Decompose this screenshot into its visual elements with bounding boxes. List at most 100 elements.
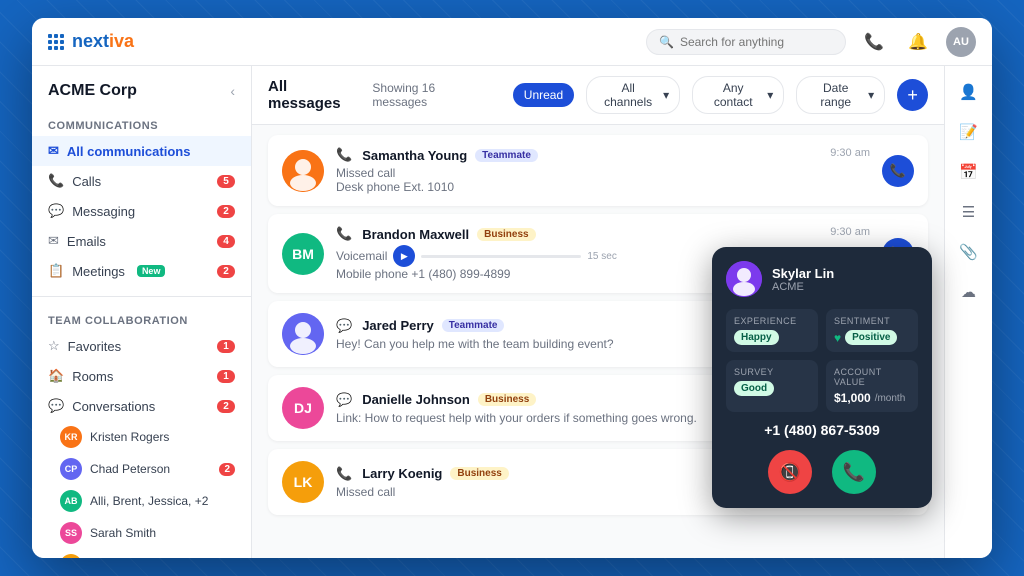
sidebar-item-label: Messaging <box>72 204 135 219</box>
conversations-icon: 💬 <box>48 398 64 414</box>
avatar: CP <box>60 458 82 480</box>
sidebar-item-emails[interactable]: ✉ Emails 4 <box>32 226 251 256</box>
collapse-button[interactable]: ‹ <box>230 83 235 99</box>
sidebar-item-all-communications[interactable]: ✉ All communications <box>32 136 251 166</box>
end-call-button[interactable]: 📵 <box>768 450 812 494</box>
calls-badge: 5 <box>217 175 235 188</box>
sidebar-item-label: Rooms <box>72 369 113 384</box>
survey-stat: SURVEY Good <box>726 360 818 412</box>
message-time: 9:30 am <box>830 226 870 238</box>
tag-badge: Teammate <box>475 149 538 162</box>
cloud-icon-button[interactable]: ☁ <box>951 274 987 310</box>
search-bar[interactable]: 🔍 <box>646 29 846 55</box>
sender-name: Danielle Johnson <box>362 392 470 407</box>
sidebar: ACME Corp ‹ Communications ✉ All communi… <box>32 66 252 558</box>
message-time: 9:30 am <box>830 147 870 159</box>
page-title: All messages <box>268 78 360 112</box>
chevron-down-icon: ▾ <box>767 88 773 102</box>
call-icon: 📞 <box>336 147 352 163</box>
list-item[interactable]: WI William... <box>32 549 251 558</box>
caller-company: ACME <box>772 281 834 293</box>
call-back-button[interactable]: 📞 <box>882 155 914 187</box>
caller-avatar <box>726 261 762 297</box>
message-detail: Desk phone Ext. 1010 <box>336 180 818 194</box>
sender-name: Jared Perry <box>362 318 434 333</box>
avatar: AB <box>60 490 82 512</box>
list-item[interactable]: SS Sarah Smith <box>32 517 251 549</box>
table-row[interactable]: 📞 Samantha Young Teammate Missed call De… <box>268 135 928 206</box>
attachment-icon-button[interactable]: 📎 <box>951 234 987 270</box>
experience-label: EXPERIENCE <box>734 316 810 326</box>
experience-value: Happy <box>734 330 779 345</box>
caller-phone: +1 (480) 867-5309 <box>726 422 918 438</box>
add-button[interactable]: + <box>897 79 928 111</box>
all-comm-icon: ✉ <box>48 143 59 159</box>
contact-name: Sarah Smith <box>90 526 156 540</box>
calendar-icon-button[interactable]: 📅 <box>951 154 987 190</box>
favorites-icon: ☆ <box>48 338 60 354</box>
sidebar-item-messaging[interactable]: 💬 Messaging 2 <box>32 196 251 226</box>
message-preview: Missed call <box>336 166 818 180</box>
date-filter-button[interactable]: Date range ▾ <box>796 76 885 114</box>
sentiment-stat: SENTIMENT ♥ Positive <box>826 309 918 352</box>
sender-name: Brandon Maxwell <box>362 227 469 242</box>
avatar <box>282 150 324 192</box>
chevron-down-icon: ▾ <box>868 88 874 102</box>
caller-name: Skylar Lin <box>772 266 834 281</box>
sidebar-item-calls[interactable]: 📞 Calls 5 <box>32 166 251 196</box>
rooms-badge: 1 <box>217 370 235 383</box>
emails-icon: ✉ <box>48 233 59 249</box>
sidebar-item-label: Conversations <box>72 399 155 414</box>
logo: nextiva <box>48 31 134 52</box>
contact-badge: 2 <box>219 463 235 476</box>
avatar: DJ <box>282 387 324 429</box>
right-sidebar: 👤 📝 📅 ☰ 📎 ☁ <box>944 66 992 558</box>
tag-badge: Teammate <box>442 319 505 332</box>
search-input[interactable] <box>680 35 820 49</box>
sidebar-item-label: Emails <box>67 234 106 249</box>
accept-call-button[interactable]: 📞 <box>832 450 876 494</box>
meetings-icon: 📋 <box>48 263 64 279</box>
call-icon: 📞 <box>336 466 352 482</box>
search-icon: 🔍 <box>659 35 674 49</box>
list-item[interactable]: KR Kristen Rogers <box>32 421 251 453</box>
play-button[interactable]: ▶ <box>393 245 415 267</box>
tag-badge: Business <box>478 393 536 406</box>
sidebar-item-conversations[interactable]: 💬 Conversations 2 <box>32 391 251 421</box>
list-item[interactable]: CP Chad Peterson 2 <box>32 453 251 485</box>
account-value-label: ACCOUNT VALUE <box>834 367 910 387</box>
communications-label: Communications <box>32 112 251 136</box>
message-content: 📞 Samantha Young Teammate Missed call De… <box>336 147 818 194</box>
sidebar-item-favorites[interactable]: ☆ Favorites 1 <box>32 331 251 361</box>
sidebar-item-label: Calls <box>72 174 101 189</box>
sidebar-item-rooms[interactable]: 🏠 Rooms 1 <box>32 361 251 391</box>
account-value-stat: ACCOUNT VALUE $1,000 /month <box>826 360 918 412</box>
contact-name: Kristen Rogers <box>90 430 169 444</box>
contacts-icon-button[interactable]: 👤 <box>951 74 987 110</box>
contact-filter-button[interactable]: Any contact ▾ <box>692 76 784 114</box>
sender-name: Larry Koenig <box>362 466 442 481</box>
messaging-badge: 2 <box>217 205 235 218</box>
team-collab-label: Team collaboration <box>32 307 251 331</box>
content-header: All messages Showing 16 messages Unread … <box>252 66 944 125</box>
avatar: BM <box>282 233 324 275</box>
sentiment-value: Positive <box>845 330 897 345</box>
sidebar-item-label: Favorites <box>68 339 121 354</box>
logo-text: nextiva <box>72 31 134 52</box>
voicemail-icon: 📞 <box>336 226 352 242</box>
bell-nav-button[interactable]: 🔔 <box>902 26 934 58</box>
sidebar-item-meetings[interactable]: 📋 Meetings New 2 <box>32 256 251 286</box>
channels-filter-button[interactable]: All channels ▾ <box>586 76 680 114</box>
account-value: $1,000 <box>834 391 871 405</box>
list-item[interactable]: AB Alli, Brent, Jessica, +2 <box>32 485 251 517</box>
duration: 15 sec <box>587 251 616 262</box>
list-icon-button[interactable]: ☰ <box>951 194 987 230</box>
messaging-icon: 💬 <box>48 203 64 219</box>
unread-filter-button[interactable]: Unread <box>513 83 574 107</box>
meetings-new-badge: New <box>137 265 166 277</box>
phone-nav-button[interactable]: 📞 <box>858 26 890 58</box>
user-avatar[interactable]: AU <box>946 27 976 57</box>
caller-info: Skylar Lin ACME <box>772 266 834 293</box>
notes-icon-button[interactable]: 📝 <box>951 114 987 150</box>
avatar: KR <box>60 426 82 448</box>
